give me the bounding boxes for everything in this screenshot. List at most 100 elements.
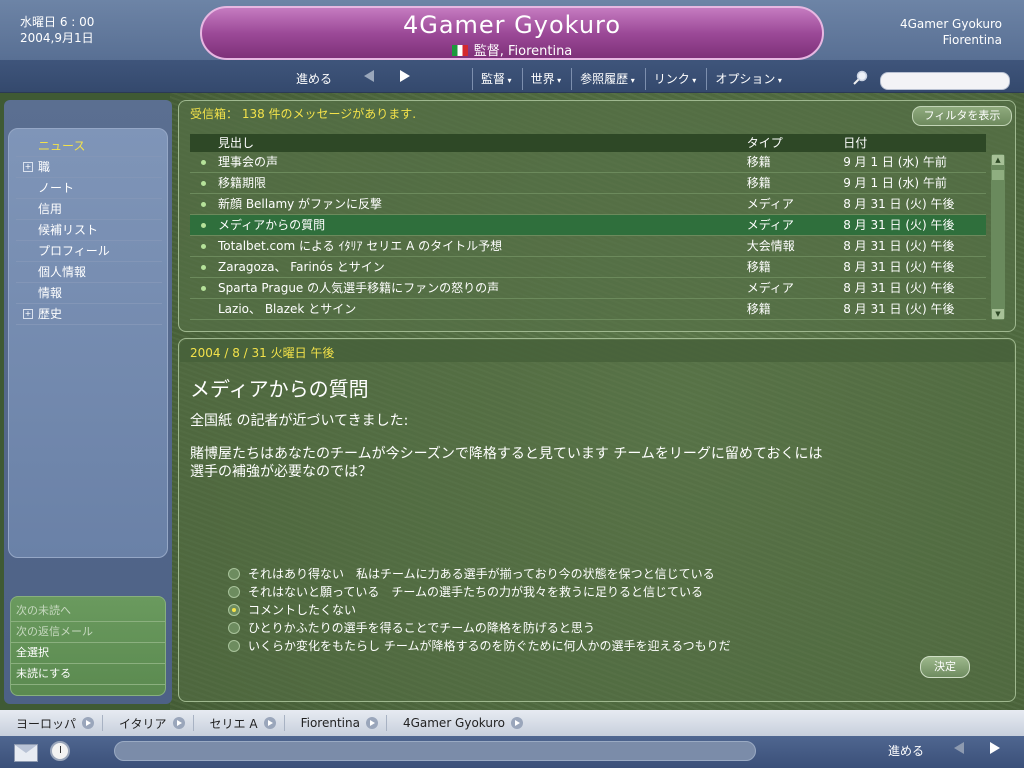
sidebar-item-notes[interactable]: ノート <box>16 178 162 199</box>
response-option[interactable]: いくらか変化をもたらし チームが降格するのを防ぐために何人かの選手を迎えるつもり… <box>226 637 731 655</box>
breadcrumb-manager[interactable]: 4Gamer Gyokuro <box>387 715 531 731</box>
top-right-club: Fiorentina <box>942 33 1002 47</box>
message-body-line: 選手の補強が必要なのでは？ <box>190 464 372 480</box>
table-row[interactable]: Lazio、 Blazek とサイン 移籍 8 月 31 日 (火) 午後 <box>190 299 986 320</box>
sidebar-item-label: プロフィール <box>38 244 110 258</box>
response-option[interactable]: コメントしたくない <box>226 601 731 619</box>
italy-flag-icon <box>451 45 468 56</box>
forward-arrow-icon[interactable] <box>400 70 410 82</box>
breadcrumb-serie-a[interactable]: セリエ A <box>194 715 285 731</box>
sidebar-item-label: ニュース <box>38 139 86 153</box>
expand-icon[interactable]: + <box>23 162 33 172</box>
table-row[interactable]: 移籍期限 移籍 9 月 1 日 (水) 午前 <box>190 173 986 194</box>
stopwatch-icon[interactable] <box>50 741 70 761</box>
continue-button-bottom[interactable]: 進める <box>888 742 924 759</box>
table-row[interactable]: 理事会の声 移籍 9 月 1 日 (水) 午前 <box>190 152 986 173</box>
decide-button[interactable]: 決定 <box>920 656 970 678</box>
column-headline[interactable]: 見出し <box>190 134 747 152</box>
radio-icon[interactable] <box>228 640 240 652</box>
search-icon[interactable] <box>852 70 868 86</box>
next-reply-action[interactable]: 次の返信メール <box>11 622 165 643</box>
breadcrumb-italy[interactable]: イタリア <box>103 715 194 731</box>
go-arrow-icon[interactable] <box>82 717 95 729</box>
message-from: 全国紙 の記者が近づいてきました: <box>190 413 409 429</box>
sidebar-item-profile[interactable]: プロフィール <box>16 241 162 262</box>
row-headline: 新顔 Bellamy がファンに反撃 <box>218 197 383 211</box>
sidebar-item-news[interactable]: ニュース <box>16 136 162 157</box>
show-filter-button[interactable]: フィルタを表示 <box>912 106 1012 126</box>
table-row[interactable]: 新顔 Bellamy がファンに反撃 メディア 8 月 31 日 (火) 午後 <box>190 194 986 215</box>
menu-options[interactable]: オプション <box>706 68 792 90</box>
sidebar-item-shortlist[interactable]: 候補リスト <box>16 220 162 241</box>
go-arrow-icon[interactable] <box>511 717 523 729</box>
row-date: 9 月 1 日 (水) 午前 <box>843 176 947 190</box>
inbox-scrollbar[interactable]: ▲ ▼ <box>991 154 1005 320</box>
sidebar-item-personal[interactable]: 個人情報 <box>16 262 162 283</box>
sidebar-item-label: 歴史 <box>38 307 63 321</box>
expand-icon[interactable]: + <box>23 309 33 319</box>
back-arrow-icon[interactable] <box>364 70 374 82</box>
table-row[interactable]: メディアからの質問 メディア 8 月 31 日 (火) 午後 <box>190 215 986 236</box>
row-headline: Zaragoza、 Farinós とサイン <box>218 260 385 274</box>
row-date: 8 月 31 日 (火) 午後 <box>843 260 955 274</box>
mail-icon[interactable] <box>14 744 38 762</box>
radio-icon[interactable] <box>228 586 240 598</box>
row-headline: 移籍期限 <box>218 176 267 190</box>
breadcrumb-club[interactable]: Fiorentina <box>285 715 387 731</box>
option-label: コメントしたくない <box>248 603 357 617</box>
go-arrow-icon[interactable] <box>172 717 185 729</box>
go-arrow-icon[interactable] <box>365 717 378 729</box>
scroll-up-icon[interactable]: ▲ <box>992 155 1004 165</box>
go-arrow-icon[interactable] <box>263 717 276 729</box>
radio-selected-icon[interactable] <box>228 604 240 616</box>
column-date[interactable]: 日付 <box>843 134 986 152</box>
forward-arrow-icon[interactable] <box>990 742 1000 754</box>
game-clock: 水曜日 6 : 00 2004,9月1日 <box>20 14 94 46</box>
menu-links[interactable]: リンク <box>644 68 707 90</box>
sidebar-item-info[interactable]: 情報 <box>16 283 162 304</box>
table-row[interactable]: Zaragoza、 Farinós とサイン 移籍 8 月 31 日 (火) 午… <box>190 257 986 278</box>
row-date: 8 月 31 日 (火) 午後 <box>843 197 955 211</box>
message-body-line: 賭博屋たちはあなたのチームが今シーズンで降格すると見ています チームをリーグに留… <box>190 446 823 462</box>
row-headline: Sparta Prague の人気選手移籍にファンの怒りの声 <box>218 281 500 295</box>
unread-dot-icon <box>201 244 206 249</box>
table-row[interactable]: Totalbet.com による ｲﾀﾘｱ セリエ A のタイトル予想 大会情報… <box>190 236 986 257</box>
day-time: 水曜日 6 : 00 <box>20 15 95 29</box>
option-label: それはあり得ない 私はチームに力ある選手が揃っており今の状態を保つと信じている <box>248 567 715 581</box>
radio-icon[interactable] <box>228 568 240 580</box>
crumb-label: 4Gamer Gyokuro <box>402 716 505 730</box>
search-input[interactable] <box>880 72 1010 90</box>
sidebar-item-job[interactable]: + 職 <box>16 157 162 178</box>
back-arrow-icon[interactable] <box>954 742 964 754</box>
menu-history[interactable]: 参照履歴 <box>571 68 645 90</box>
response-option[interactable]: それはないと願っている チームの選手たちの力が我々を救うに足りると信じている <box>226 583 731 601</box>
option-label: いくらか変化をもたらし チームが降格するのを防ぐために何人かの選手を迎えるつもり… <box>248 639 731 653</box>
column-type[interactable]: タイプ <box>747 134 843 152</box>
sidebar-item-label: 職 <box>38 160 51 174</box>
breadcrumb-europe[interactable]: ヨーロッパ <box>0 715 104 731</box>
menu-manager[interactable]: 監督 <box>472 68 522 90</box>
response-option[interactable]: それはあり得ない 私はチームに力ある選手が揃っており今の状態を保つと信じている <box>226 565 731 583</box>
unread-dot-icon <box>201 286 206 291</box>
scroll-down-icon[interactable]: ▼ <box>992 309 1004 319</box>
response-option[interactable]: ひとりかふたりの選手を得ることでチームの降格を防げると思う <box>226 619 731 637</box>
sidebar-item-history[interactable]: + 歴史 <box>16 304 162 325</box>
select-all-action[interactable]: 全選択 <box>11 643 165 664</box>
menu-world[interactable]: 世界 <box>521 68 572 90</box>
sidebar-item-label: 候補リスト <box>38 223 99 237</box>
row-date: 8 月 31 日 (火) 午後 <box>843 218 955 232</box>
table-row[interactable]: Sparta Prague の人気選手移籍にファンの怒りの声 メディア 8 月 … <box>190 278 986 299</box>
sidebar-item-confidence[interactable]: 信用 <box>16 199 162 220</box>
radio-icon[interactable] <box>228 622 240 634</box>
message-subject: メディアからの質問 <box>190 377 369 401</box>
continue-button-top[interactable]: 進める <box>296 68 332 90</box>
scroll-thumb[interactable] <box>992 170 1004 180</box>
unread-dot-icon <box>201 223 206 228</box>
crumb-label: Fiorentina <box>300 716 360 730</box>
unread-dot-icon <box>201 202 206 207</box>
sidebar-item-label: ノート <box>38 181 75 195</box>
next-unread-action[interactable]: 次の未読へ <box>11 601 165 622</box>
manager-title-banner[interactable]: 4Gamer Gyokuro 監督, Fiorentina <box>200 6 824 60</box>
crumb-label: イタリア <box>119 716 167 731</box>
mark-unread-action[interactable]: 未読にする <box>11 664 165 685</box>
